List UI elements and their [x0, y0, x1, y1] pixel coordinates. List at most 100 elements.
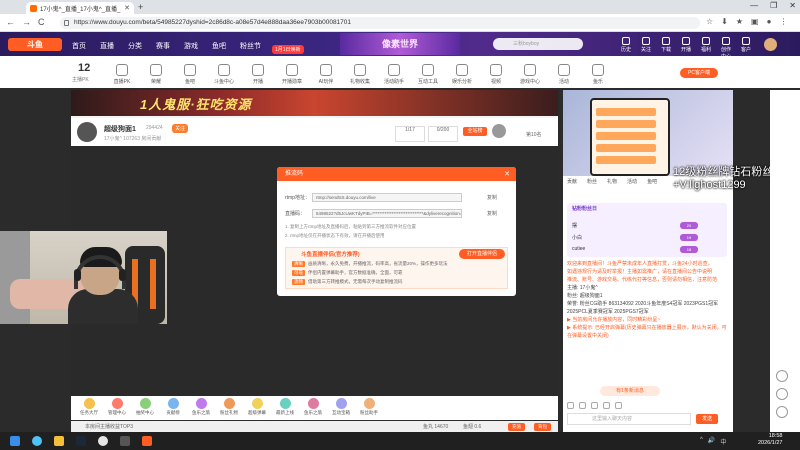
fishfin-count: 鱼翅 0.6 — [463, 424, 482, 430]
cat-item-9[interactable]: 活动助手 — [380, 64, 408, 85]
gift-item-7[interactable]: 超级弹幕 — [244, 398, 270, 416]
douyu-logo[interactable]: 斗鱼 — [8, 38, 62, 51]
chrome-icon[interactable] — [98, 436, 108, 446]
search-input[interactable]: 三秋boyboy — [493, 38, 583, 50]
side-tool-icon[interactable] — [776, 388, 788, 400]
cat-item-7[interactable]: AI玩伴 — [312, 64, 340, 85]
cat-item-10[interactable]: 互动工具 — [414, 64, 442, 85]
copy-code-button[interactable]: 复制 — [487, 210, 497, 217]
modal-close-icon[interactable]: ✕ — [504, 170, 510, 178]
backpack-button[interactable]: 背包 — [534, 423, 551, 431]
gift-icon[interactable] — [591, 402, 598, 409]
nav-live[interactable]: 直播 — [100, 41, 114, 51]
pc-client-button[interactable]: PC客户端 — [680, 68, 718, 78]
gift-item-3[interactable]: 抽奖中心 — [132, 398, 158, 416]
emoji-icon[interactable] — [567, 402, 574, 409]
close-window-button[interactable]: ✕ — [789, 1, 796, 10]
nav-fishbar[interactable]: 鱼吧 — [212, 41, 226, 51]
cat-item-12[interactable]: 视频 — [482, 64, 510, 85]
url-input[interactable]: https://www.douyu.com/beta/54985227dyshi… — [60, 17, 700, 29]
cat-item-14[interactable]: 活动 — [550, 64, 578, 85]
tab-contrib[interactable]: 贡献 — [567, 178, 577, 185]
room-subinfo: 17小鬼^ 107263 房间贡献 — [104, 136, 162, 142]
cat-item-8[interactable]: 礼物收集 — [346, 64, 374, 85]
user-avatar[interactable] — [764, 38, 777, 51]
profile-icon[interactable]: ● — [767, 17, 772, 26]
cat-item-6[interactable]: 开播勋章 — [278, 64, 306, 85]
cat-item-3[interactable]: 鱼吧 — [176, 64, 204, 85]
cat-item-11[interactable]: 娱乐分析 — [448, 64, 476, 85]
clock[interactable]: 18:58 2026/1/27 — [758, 433, 782, 447]
gift-item-4[interactable]: 贡献榜 — [160, 398, 186, 416]
rtmp-label: rtmp地址： — [285, 195, 311, 201]
douyu-app-icon[interactable] — [142, 436, 152, 446]
tab-activity[interactable]: 活动 — [627, 178, 637, 185]
forward-button[interactable]: → — [22, 17, 31, 27]
browser-tab[interactable]: 17小鬼^_直播_17小鬼^_直播_17小鬼^ ✕ — [26, 2, 134, 14]
fan-badge-icon[interactable] — [579, 402, 586, 409]
new-messages-button[interactable]: 有1条新消息 — [600, 386, 660, 396]
volume-icon[interactable]: 🔊 — [708, 437, 715, 446]
tray-expand-icon[interactable]: ^ — [700, 437, 703, 446]
chat-input[interactable]: 这里输入聊天内容 — [567, 413, 691, 425]
open-companion-button[interactable]: 打开直播伴侣 — [459, 249, 505, 259]
back-button[interactable]: ← — [6, 17, 15, 27]
minimize-button[interactable]: — — [750, 1, 758, 10]
rtmp-field[interactable]: rtmp://sendtc5.douyu.com/live — [312, 193, 462, 202]
favorite-icon[interactable]: ★ — [736, 17, 743, 26]
side-tool-icon[interactable] — [776, 406, 788, 418]
gift-item-9[interactable]: 鱼乐之旅 — [300, 398, 326, 416]
tab-fishbar[interactable]: 鱼吧 — [647, 178, 657, 185]
stream-code-field[interactable]: 5498522?d5JcUwKTdyPIB=******************… — [312, 209, 462, 218]
nav-events[interactable]: 赛事 — [156, 41, 170, 51]
nav-fan-festival[interactable]: 粉丝节 — [240, 41, 261, 51]
steam-icon[interactable] — [76, 436, 86, 446]
cat-item-15[interactable]: 鱼乐 — [584, 64, 612, 85]
gift-item-6[interactable]: 粉丝礼物 — [216, 398, 242, 416]
tab-fans[interactable]: 粉丝 — [587, 178, 597, 185]
cat-item-5[interactable]: 开播 — [244, 64, 272, 85]
cat-item-13[interactable]: 游戏中心 — [516, 64, 544, 85]
nav-games[interactable]: 游戏 — [184, 41, 198, 51]
extensions-icon[interactable]: ▣ — [751, 17, 759, 26]
follow-badge[interactable]: 关注 — [172, 124, 189, 133]
streamer-avatar[interactable] — [77, 122, 97, 142]
all-rank-button[interactable]: 全站榜 — [463, 127, 487, 136]
side-tool-icon[interactable] — [776, 370, 788, 382]
tab-gifts[interactable]: 礼物 — [607, 178, 617, 185]
gift-item-5[interactable]: 鱼乐之旅 — [188, 398, 214, 416]
cam-wall — [0, 231, 30, 324]
download-icon[interactable]: ⬇ — [721, 17, 728, 26]
nav-home[interactable]: 首页 — [72, 41, 86, 51]
send-button[interactable]: 发送 — [696, 414, 718, 424]
cat-item-1[interactable]: 直播PK — [108, 64, 136, 85]
explorer-icon[interactable] — [54, 436, 64, 446]
copy-rtmp-button[interactable]: 复制 — [487, 194, 497, 201]
maximize-button[interactable]: ❐ — [770, 1, 777, 10]
settings-icon[interactable] — [615, 402, 622, 409]
app-icon[interactable] — [120, 436, 130, 446]
gift-item-2[interactable]: 管理中心 — [104, 398, 130, 416]
bookmark-star-icon[interactable]: ☆ — [706, 17, 713, 26]
cat-item-4[interactable]: 斗鱼中心 — [210, 64, 238, 85]
gift-item-8[interactable]: 最新上线 — [272, 398, 298, 416]
nav-category[interactable]: 分类 — [128, 41, 142, 51]
edge-icon[interactable] — [32, 436, 42, 446]
gift-item-10[interactable]: 互动宝箱 — [328, 398, 354, 416]
ime-icon[interactable]: 中 — [720, 437, 726, 446]
gift-item-11[interactable]: 粉丝助手 — [356, 398, 382, 416]
gift-icon — [251, 398, 263, 409]
clock-time: 18:58 — [768, 433, 783, 439]
reload-button[interactable]: C — [38, 17, 45, 27]
start-icon[interactable] — [10, 436, 20, 446]
header-banner[interactable]: 像素世界 — [340, 33, 460, 55]
new-tab-button[interactable]: + — [138, 2, 143, 12]
tab-close-icon[interactable]: ✕ — [124, 4, 130, 12]
cat-item-2[interactable]: 荣耀 — [142, 64, 170, 85]
gift-item-1[interactable]: 任务大厅 — [76, 398, 102, 416]
recharge-button[interactable]: 充值 — [508, 423, 525, 431]
stream-key-modal: 推流码 ✕ rtmp地址： rtmp://sendtc5.douyu.com/l… — [277, 167, 516, 296]
menu-icon[interactable]: ⋮ — [779, 17, 787, 26]
gift-icon — [223, 398, 235, 409]
image-icon[interactable] — [603, 402, 610, 409]
